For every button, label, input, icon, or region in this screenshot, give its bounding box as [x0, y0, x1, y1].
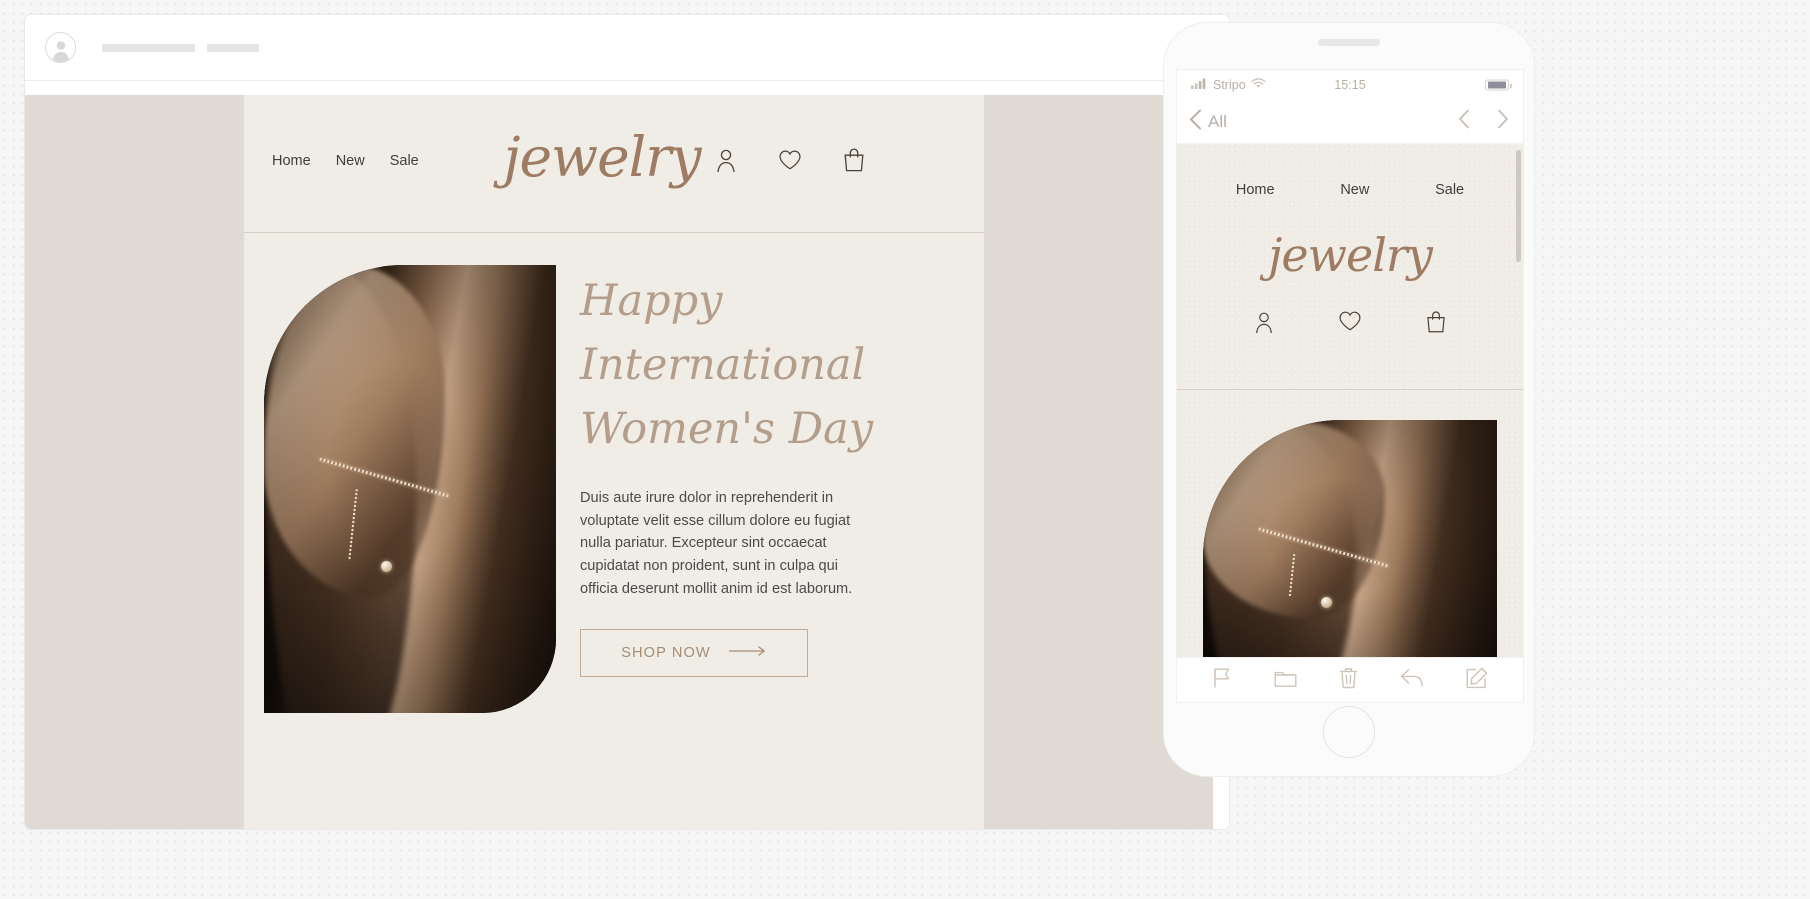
mobile-brand-logo: jewelry: [1268, 228, 1433, 282]
nav-link-home[interactable]: Home: [272, 153, 311, 169]
email-header-section: Home New Sale jewelry: [244, 95, 984, 233]
mobile-preview-scrollbar[interactable]: [1516, 150, 1521, 262]
wishlist-heart-icon[interactable]: [778, 147, 802, 173]
previous-message-chevron-left-icon[interactable]: [1458, 109, 1470, 134]
next-message-chevron-right-icon[interactable]: [1497, 109, 1509, 134]
hero-heading-line-1: Happy: [580, 276, 723, 326]
desktop-preview-toolbar: [25, 15, 1229, 81]
arrow-right-icon: [728, 644, 767, 662]
shop-now-button[interactable]: SHOP NOW: [580, 628, 808, 677]
desktop-email-canvas[interactable]: Home New Sale jewelry Happy Internationa…: [25, 81, 1229, 829]
mobile-nav-link-home[interactable]: Home: [1236, 182, 1275, 198]
account-icon[interactable]: [714, 147, 738, 173]
hero-heading-line-2: International: [580, 340, 866, 390]
mobile-account-icon[interactable]: [1253, 310, 1275, 339]
status-bar-time: 15:15: [1334, 78, 1366, 92]
email-stage-background: Home New Sale jewelry Happy Internationa…: [25, 95, 1213, 829]
phone-status-bar: Stripo 15:15: [1177, 70, 1523, 100]
back-label: All: [1208, 111, 1227, 131]
user-avatar-icon: [45, 32, 76, 63]
email-nav-menu[interactable]: Home New Sale: [272, 153, 419, 169]
hero-text-block: Happy International Women's Day Duis aut…: [556, 265, 956, 829]
mail-message-arrows: [1458, 109, 1509, 134]
hero-heading: Happy International Women's Day: [580, 269, 956, 461]
email-header-icon-group: [714, 147, 964, 173]
trash-icon[interactable]: [1339, 667, 1358, 694]
phone-screen: Stripo 15:15 All Home New Sale jewelry: [1176, 69, 1524, 703]
compose-icon[interactable]: [1466, 667, 1488, 694]
hero-paragraph: Duis aute irure dolor in reprehenderit i…: [580, 490, 853, 597]
mobile-email-scroll-area[interactable]: Home New Sale jewelry: [1177, 144, 1523, 702]
email-body: Home New Sale jewelry Happy Internationa…: [244, 95, 984, 829]
chevron-left-icon: [1189, 109, 1202, 135]
mobile-hero-image: [1203, 420, 1497, 688]
reply-icon[interactable]: [1400, 668, 1424, 693]
mobile-nav-link-new[interactable]: New: [1340, 182, 1369, 198]
nav-link-sale[interactable]: Sale: [390, 153, 419, 169]
sender-meta-placeholder: [207, 43, 259, 52]
mobile-shopping-bag-icon[interactable]: [1425, 310, 1447, 339]
nav-link-new[interactable]: New: [336, 153, 365, 169]
folder-icon[interactable]: [1274, 668, 1297, 693]
mobile-email-header-icon-group: [1177, 310, 1523, 339]
mail-navigation-bar: All: [1177, 100, 1523, 144]
battery-icon: [1485, 79, 1512, 91]
mobile-email-preview: Stripo 15:15 All Home New Sale jewelry: [1163, 22, 1535, 777]
email-hero-section: Happy International Women's Day Duis aut…: [244, 233, 984, 829]
shop-now-label: SHOP NOW: [621, 644, 711, 661]
phone-home-button[interactable]: [1323, 706, 1375, 758]
brand-logo: jewelry: [503, 125, 701, 189]
mobile-wishlist-heart-icon[interactable]: [1338, 310, 1362, 339]
mobile-email-header-section: Home New Sale jewelry: [1177, 144, 1523, 390]
mobile-email-nav-menu[interactable]: Home New Sale: [1177, 182, 1523, 198]
mobile-nav-link-sale[interactable]: Sale: [1435, 182, 1464, 198]
mail-action-toolbar: [1177, 657, 1523, 702]
shopping-bag-icon[interactable]: [842, 147, 866, 173]
flag-icon[interactable]: [1212, 667, 1232, 694]
sender-name-placeholder: [102, 43, 195, 52]
back-to-all-button[interactable]: All: [1189, 109, 1227, 135]
phone-speaker: [1318, 39, 1380, 46]
mobile-email-hero-section: [1177, 390, 1523, 702]
hero-heading-line-3: Women's Day: [580, 404, 874, 454]
desktop-email-preview: Home New Sale jewelry Happy Internationa…: [24, 14, 1230, 830]
hero-image: [264, 265, 556, 713]
